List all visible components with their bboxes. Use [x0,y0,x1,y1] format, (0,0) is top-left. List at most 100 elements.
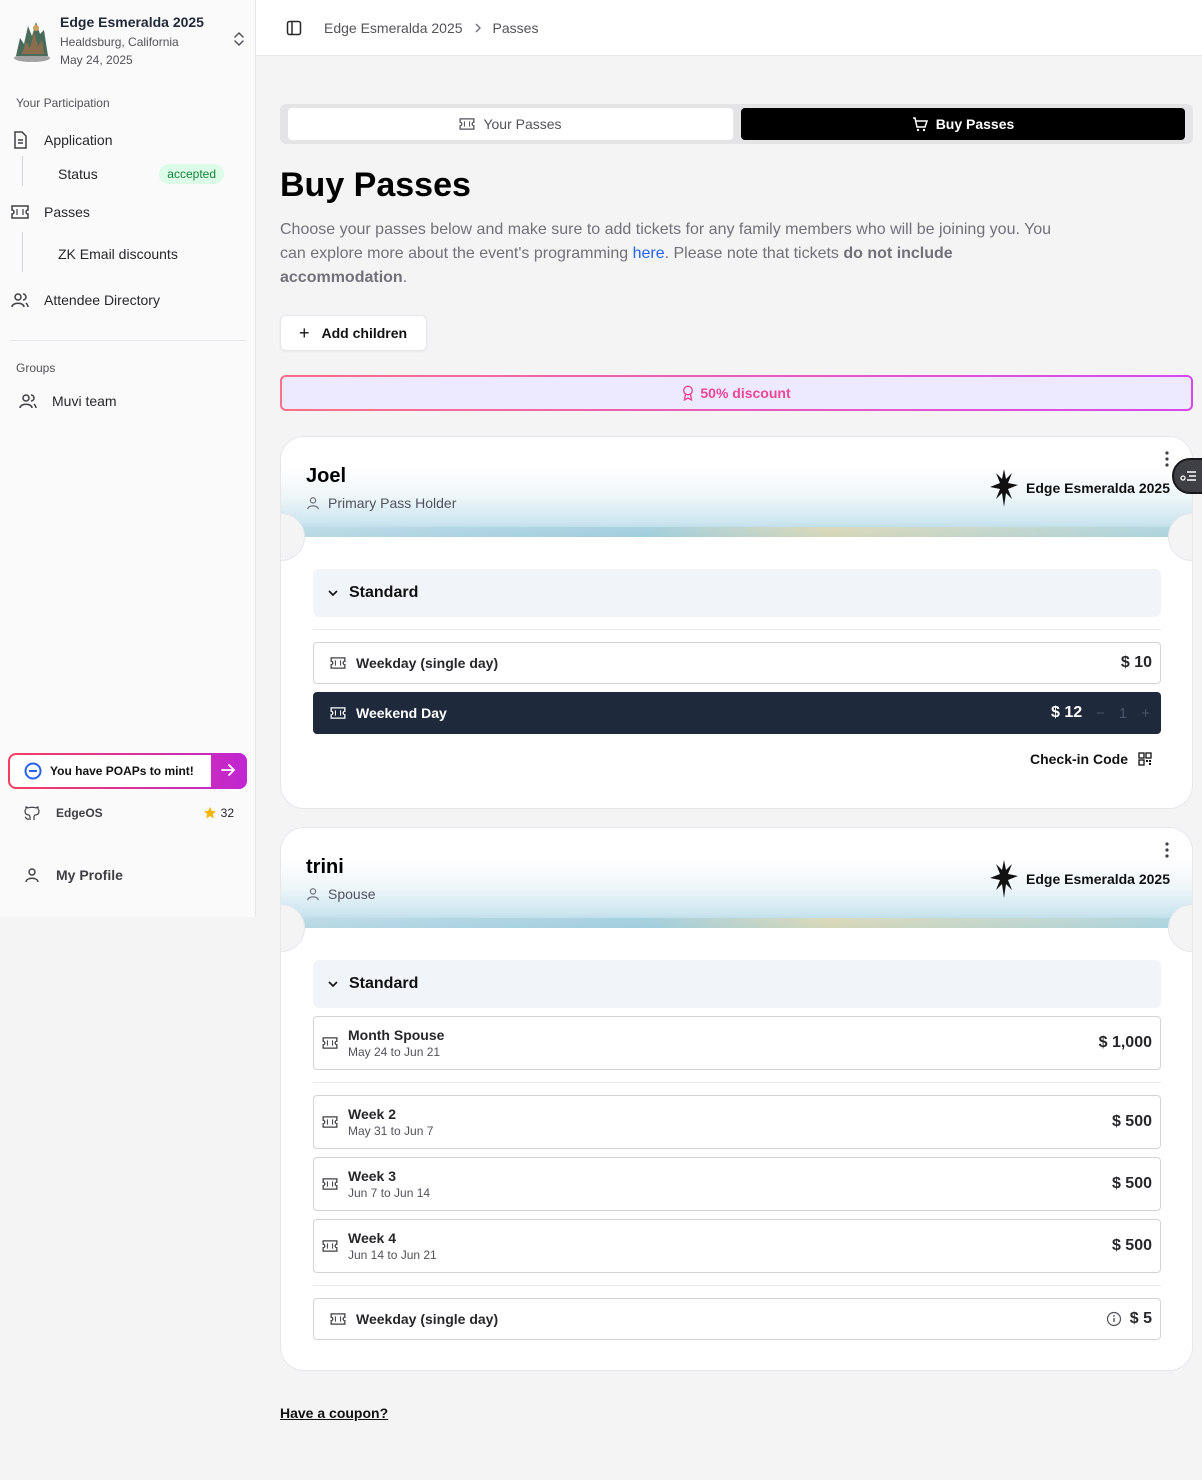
quantity-value: 1 [1118,704,1128,722]
programming-link[interactable]: here [633,245,665,262]
status-label: Status [58,166,98,182]
breadcrumb-page: Passes [492,19,539,36]
sidebar-item-label: Muvi team [52,393,117,409]
pass-option-price: $ 500 [1111,1175,1152,1192]
pass-option-weekday[interactable]: Weekday (single day) $ 5 [313,1298,1161,1340]
event-location: Healdsburg, California [60,35,179,49]
desc-text: . Please note that tickets [664,245,844,262]
pass-option-label: Weekday (single day) [356,1311,499,1327]
pass-option-price: $ 12 [1050,704,1083,721]
chevron-right-icon [475,23,481,32]
increment-button[interactable]: + [1141,705,1150,722]
standard-section-header[interactable]: Standard [313,569,1161,617]
event-brand: Edge Esmeralda 2025 [990,469,1170,507]
sidebar-divider [10,340,246,341]
pass-tabs: Your Passes Buy Passes [280,104,1193,144]
my-profile-label: My Profile [56,867,123,883]
role-label: Primary Pass Holder [328,495,457,511]
pass-option-week-4[interactable]: Week 4 Jun 14 to Jun 21 $ 500 [313,1219,1161,1273]
role-label: Spouse [328,886,376,902]
attendee-name: trini [306,856,344,878]
event-brand-logo-icon [990,860,1019,898]
github-link[interactable]: EdgeOS 32 [24,802,234,824]
attendee-role: Primary Pass Holder [306,495,456,511]
pass-option-month-spouse[interactable]: Month Spouse May 24 to Jun 21 $ 1,000 [313,1016,1161,1070]
desc-text: . [402,269,408,286]
ticket-icon [330,1313,346,1325]
sidebar-item-passes[interactable]: Passes [10,197,246,227]
github-icon [24,806,40,820]
pass-option-label: Week 2 [348,1106,396,1122]
pass-option-price: $ 500 [1111,1237,1152,1254]
info-icon[interactable] [1106,1311,1122,1327]
standard-section-header[interactable]: Standard [313,960,1161,1008]
breadcrumb-event[interactable]: Edge Esmeralda 2025 [324,20,463,36]
pass-option-dates: Jun 7 to Jun 14 [348,1186,431,1200]
pass-option-price: $ 10 [1120,654,1152,671]
groups-label: Groups [16,361,56,375]
sidebar-item-status[interactable]: Status accepted [58,160,224,188]
sidebar-item-label: Application [44,132,113,148]
more-options-icon[interactable] [1164,842,1170,858]
award-icon [683,385,694,401]
zk-email-label: ZK Email discounts [58,246,178,262]
floating-action-button[interactable] [1172,458,1202,494]
add-children-button[interactable]: + Add children [280,315,427,351]
tab-label: Your Passes [483,116,562,132]
tab-buy-passes[interactable]: Buy Passes [741,108,1185,140]
pass-option-week-3[interactable]: Week 3 Jun 7 to Jun 14 $ 500 [313,1157,1161,1211]
cart-icon [912,117,928,132]
sidebar-item-application[interactable]: Application [10,125,246,155]
add-children-label: Add children [321,325,408,341]
ticket-icon [322,1240,338,1252]
pass-option-label: Week 4 [348,1230,396,1246]
pass-option-price: $ 500 [1111,1113,1152,1130]
github-stars: 32 [220,806,234,820]
sidebar-item-zk-email[interactable]: ZK Email discounts [58,240,258,268]
pass-option-week-2[interactable]: Week 2 May 31 to Jun 7 $ 500 [313,1095,1161,1149]
tab-your-passes[interactable]: Your Passes [288,108,733,140]
brand-label: Edge Esmeralda 2025 [1026,480,1170,496]
discount-banner: 50% discount [280,375,1193,411]
event-logo-icon [14,22,50,62]
check-in-label: Check-in Code [1029,751,1128,767]
pass-option-label: Week 3 [348,1168,396,1184]
poap-banner[interactable]: You have POAPs to mint! [8,753,247,789]
arrow-right-icon [221,764,236,776]
top-bar: Edge Esmeralda 2025 Passes [256,0,1202,56]
chevron-down-icon [328,590,338,597]
sidebar-item-muvi-team[interactable]: Muvi team [18,386,254,416]
sidebar-item-attendee-directory[interactable]: Attendee Directory [10,285,246,315]
ticket-icon [322,1178,338,1190]
section-label: Standard [349,975,419,992]
ticket-icon [322,1037,338,1049]
pass-option-label: Weekday (single day) [356,655,499,671]
participation-group-label: Your Participation [16,96,110,110]
page-title: Buy Passes [280,166,471,204]
sidebar-toggle-icon[interactable] [286,20,302,36]
more-options-icon[interactable] [1164,451,1170,467]
attendee-name: Joel [306,465,347,487]
my-profile-link[interactable]: My Profile [24,864,123,886]
event-date: May 24, 2025 [60,53,133,67]
users-icon [18,391,38,411]
decrement-button[interactable]: − [1096,705,1105,722]
document-icon [10,130,30,150]
pass-card-trini: trini Spouse Edge Esmeralda 2025 Standar… [280,827,1193,1371]
event-brand: Edge Esmeralda 2025 [990,860,1170,898]
poap-icon [24,762,42,780]
pass-option-weekday[interactable]: Weekday (single day) $ 10 [313,642,1161,684]
github-label: EdgeOS [56,806,103,820]
user-icon [307,497,319,510]
pass-option-weekend-day[interactable]: Weekend Day $ 12 − 1 + [313,692,1161,734]
pass-card-header: trini Spouse Edge Esmeralda 2025 [281,828,1192,928]
coupon-link[interactable]: Have a coupon? [280,1405,388,1421]
event-switcher[interactable]: Edge Esmeralda 2025 Healdsburg, Californ… [10,12,250,68]
ticket-icon [10,202,30,222]
sidebar-item-label: Attendee Directory [44,292,160,308]
ticket-icon [330,657,346,669]
pass-card-header: Joel Primary Pass Holder Edge Esmeralda … [281,437,1192,537]
chevron-down-icon [328,981,338,988]
breadcrumb: Edge Esmeralda 2025 Passes [324,20,538,36]
check-in-code-button[interactable]: Check-in Code [1030,751,1152,767]
